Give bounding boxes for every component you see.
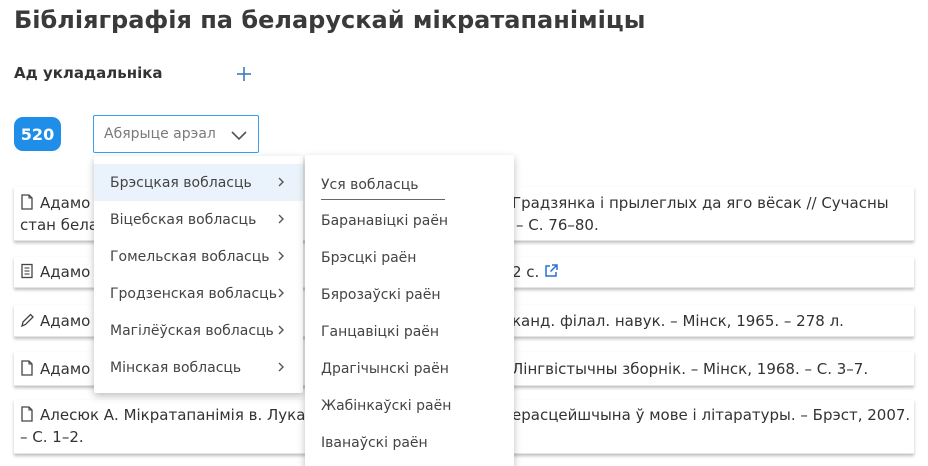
chevron-right-icon [278,251,284,261]
district-item-label: Уся вобласць [321,177,445,200]
region-item-label: Віцебская вобласць [110,211,257,228]
chevron-right-icon [278,288,284,298]
book-icon [21,263,33,279]
district-item-bereza[interactable]: Бярозаўскі раён [305,276,514,313]
entry-text-right: Лінгвістычны зборнік. – Мінск, 1968. – С… [512,360,869,378]
pencil-icon [21,313,34,328]
district-item-label: Ганцавіцкі раён [321,323,440,340]
district-item-label: Драгічынскі раён [321,360,449,377]
region-item-brest[interactable]: Брэсцкая вобласць [94,164,303,201]
document-icon [21,360,33,376]
entry-text-right: ерасцейшчына ў мове і літаратуры. – Брэс… [512,406,911,424]
district-item-label: Жабінкаўскі раён [321,397,452,414]
entry-text-left-line2: – С. 1–2. [20,428,84,446]
region-item-label: Гродзенская вобласць [110,285,277,302]
district-item-zhabinka[interactable]: Жабінкаўскі раён [305,387,514,424]
region-item-label: Мінская вобласць [110,359,242,376]
region-item-grodno[interactable]: Гродзенская вобласць [94,275,303,312]
region-item-label: Гомельская вобласць [110,248,270,265]
region-item-gomel[interactable]: Гомельская вобласць [94,238,303,275]
entry-text-left: Адамо [40,360,91,378]
chevron-right-icon [278,214,284,224]
document-icon [21,194,33,210]
district-item-drogichin[interactable]: Драгічынскі раён [305,350,514,387]
document-icon [21,406,33,422]
district-item-brest[interactable]: Брэсцкі раён [305,239,514,276]
entry-text-left-line2: стан бела [20,216,99,234]
region-menu: Брэсцкая вобласць Віцебская вобласць Гом… [94,156,303,393]
entry-text-right: Градзянка і прылеглых да яго вёсак // Су… [512,194,889,212]
region-item-minsk[interactable]: Мінская вобласць [94,349,303,386]
district-item-ivanovo[interactable]: Іванаўскі раён [305,424,514,461]
entry-text-right: канд. філал. навук. – Мінск, 1965. – 278… [512,312,844,330]
district-item-label: Іванаўскі раён [321,434,428,451]
chevron-right-icon [278,362,284,372]
plus-icon[interactable] [234,64,254,84]
district-item-gantsevichi[interactable]: Ганцавіцкі раён [305,313,514,350]
results-count-badge: 520 [14,117,61,151]
chevron-right-icon [278,177,284,187]
region-item-vitebsk[interactable]: Віцебская вобласць [94,201,303,238]
chevron-right-icon [278,325,284,335]
entry-text-left: Адамо [40,194,91,212]
chevron-down-icon [231,131,247,141]
page-title: Бібліяграфія па беларускай мікратапанімі… [14,6,646,34]
district-item-label: Брэсцкі раён [321,249,417,266]
entry-text-left: Адамо [40,312,91,330]
district-item-label: Баранавіцкі раён [321,212,449,229]
area-select-placeholder: Абярыце арэал [104,126,216,142]
entry-text-left: Алесюк А. Мікратапанімія в. Лука [40,406,306,424]
entry-text-right: 2 с. [512,263,540,281]
entry-text-left: Адамо [40,263,91,281]
entry-text-right-line2: – С. 76–80. [516,216,599,234]
region-item-label: Брэсцкая вобласць [110,174,252,191]
area-select[interactable]: Абярыце арэал [93,115,259,153]
district-item-baranovichi[interactable]: Баранавіцкі раён [305,202,514,239]
compiler-label: Ад укладальніка [14,64,163,82]
district-menu: Уся вобласць Баранавіцкі раён Брэсцкі ра… [305,155,514,466]
district-item-label: Бярозаўскі раён [321,286,441,303]
district-item-all[interactable]: Уся вобласць [305,165,514,202]
region-item-mogilev[interactable]: Магілёўская вобласць [94,312,303,349]
external-link-icon[interactable] [543,263,559,279]
region-item-label: Магілёўская вобласць [110,322,274,339]
